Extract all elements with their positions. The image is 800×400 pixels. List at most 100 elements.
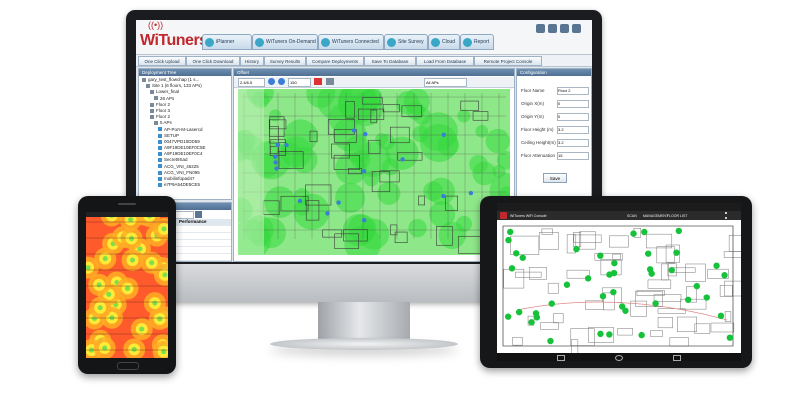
history-button[interactable]: History	[240, 56, 264, 66]
ap-marker-icon	[622, 307, 629, 314]
layers-icon[interactable]	[326, 78, 334, 85]
zoom-in-icon[interactable]	[268, 78, 275, 85]
help-icon[interactable]	[548, 24, 557, 33]
minus-icon	[150, 114, 154, 119]
remote-project-console-button[interactable]: Remote Project Console	[474, 56, 542, 66]
action-toolbar: One Click Upload One Click Download Hist…	[136, 55, 592, 67]
tab-report[interactable]: Report	[460, 34, 494, 50]
deployment-tree-panel: Deployment Tree gary_test_flowchap (1 s.…	[138, 68, 232, 200]
one-click-upload-button[interactable]: One Click Upload	[138, 56, 186, 66]
tab-scan[interactable]: SCAN	[627, 212, 637, 219]
ap-hotspot	[96, 282, 102, 288]
app-header: ((•)) WiTuners iPlanner WiTuners On-Dema…	[136, 20, 592, 55]
ap-marker-icon	[563, 281, 571, 288]
ap-marker-icon	[515, 308, 523, 316]
recent-apps-icon[interactable]	[673, 355, 681, 361]
ap-icon	[158, 176, 162, 181]
coverage-heatmap[interactable]	[238, 89, 510, 255]
ap-marker-icon	[684, 296, 692, 303]
coverage-blob	[423, 181, 443, 202]
ap-marker-icon	[336, 200, 341, 205]
ap-filter-select[interactable]: All APs	[424, 78, 467, 87]
tab-site-survey[interactable]: Site Survey	[384, 34, 428, 50]
tree-node-label: Secret9Sad	[164, 157, 188, 163]
one-click-download-button[interactable]: One Click Download	[186, 56, 240, 66]
search-icon[interactable]	[195, 211, 202, 218]
zoom-out-icon[interactable]	[278, 78, 285, 85]
ap-marker-icon	[652, 300, 659, 307]
ap-marker-icon	[726, 334, 734, 341]
load-from-database-button[interactable]: Load From Database	[416, 56, 474, 66]
tab-label: WiTuners On-Demand	[266, 39, 316, 45]
tablet-app-bar: WiTuners WiFi Console SCAN MANAGEMENT FL…	[497, 211, 741, 220]
zoom-level-select[interactable]: 150	[288, 78, 311, 87]
tab-cloud[interactable]: Cloud	[428, 34, 460, 50]
ap-marker-icon	[721, 272, 728, 279]
wifi-arc-icon: ((•))	[148, 20, 164, 30]
ap-marker-icon	[673, 249, 680, 256]
ap-marker-icon	[441, 132, 446, 137]
ap-marker-icon	[468, 190, 474, 196]
survey-icon	[387, 37, 396, 47]
config-field-input[interactable]: 3.2	[557, 139, 589, 147]
save-to-database-button[interactable]: Save To Database	[364, 56, 416, 66]
tab-connected[interactable]: WiTuners Connected	[318, 34, 384, 50]
phone-heatmap[interactable]	[86, 212, 168, 358]
configuration-panel: Configuration Floor Name Floor 2 Origin X(…	[516, 68, 592, 202]
ap-marker-icon	[400, 157, 405, 162]
settings-icon[interactable]	[536, 24, 545, 33]
compare-deployments-button[interactable]: Compare Deployments	[306, 56, 364, 66]
tab-floor-list[interactable]: FLOOR LIST	[667, 212, 687, 219]
ap-marker-icon	[675, 227, 683, 235]
ap-marker-icon	[361, 217, 367, 223]
config-field-input[interactable]: 0	[557, 100, 589, 108]
tree-node[interactable]: e7P9A54DE5CE5	[142, 182, 231, 188]
tab-management[interactable]: MANAGEMENT	[643, 212, 668, 219]
logout-icon[interactable]	[572, 24, 581, 33]
coverage-blob	[485, 128, 510, 154]
tab-on-demand[interactable]: WiTuners On-Demand	[252, 34, 318, 50]
panel-title: Deployment Tree	[139, 69, 231, 76]
config-field-label: Floor Height (m)	[521, 127, 554, 132]
config-field-input[interactable]: 15	[557, 152, 589, 160]
config-field-input[interactable]: 0	[557, 113, 589, 121]
ap-hotspot	[161, 226, 167, 232]
save-button[interactable]: Save	[543, 173, 567, 183]
ap-marker-icon	[548, 300, 555, 307]
record-icon[interactable]	[314, 78, 322, 85]
ap-marker-icon	[275, 142, 281, 148]
ap-hotspot	[129, 235, 135, 241]
ap-marker-icon	[641, 228, 648, 236]
tab-label: Report	[474, 39, 490, 45]
ap-icon	[158, 133, 162, 138]
ap-hotspot	[149, 260, 155, 266]
config-field-input[interactable]: 3.2	[557, 126, 589, 134]
tree-node-label: Site 1 (6 floors, 133 APs)	[152, 83, 202, 89]
ap-marker-icon	[505, 236, 512, 244]
config-field-input[interactable]: Floor 2	[557, 87, 589, 95]
back-icon[interactable]	[557, 355, 565, 361]
overflow-menu-icon[interactable]	[725, 212, 729, 219]
plan-background	[497, 220, 741, 353]
ap-icon	[158, 145, 162, 150]
tree-node-label: Floor 3	[156, 107, 171, 113]
minus-icon	[146, 84, 150, 88]
band-select[interactable]: 2.4/6.5	[238, 78, 265, 87]
home-icon[interactable]	[615, 355, 623, 361]
ap-hotspot	[152, 300, 158, 306]
ap-hotspot	[97, 305, 103, 311]
ap-hotspot	[106, 291, 112, 297]
survey-results-button[interactable]: Survey Results	[264, 56, 306, 66]
coverage-blob	[264, 186, 296, 218]
user-icon[interactable]	[560, 24, 569, 33]
tab-label: Cloud	[442, 39, 456, 45]
ap-marker-icon	[646, 266, 654, 273]
tablet-floorplan[interactable]	[497, 220, 741, 353]
tree-list: gary_test_flowchap (1 s... Site 1 (6 floo…	[139, 76, 231, 188]
ap-marker-icon	[532, 310, 540, 317]
ap-marker-icon	[597, 252, 604, 259]
tab-iplanner[interactable]: iPlanner	[202, 34, 252, 50]
tree-node-label: A9F19DE10EF0C4	[164, 151, 203, 157]
ap-marker-icon	[284, 142, 289, 148]
ap-marker-icon	[713, 262, 720, 269]
